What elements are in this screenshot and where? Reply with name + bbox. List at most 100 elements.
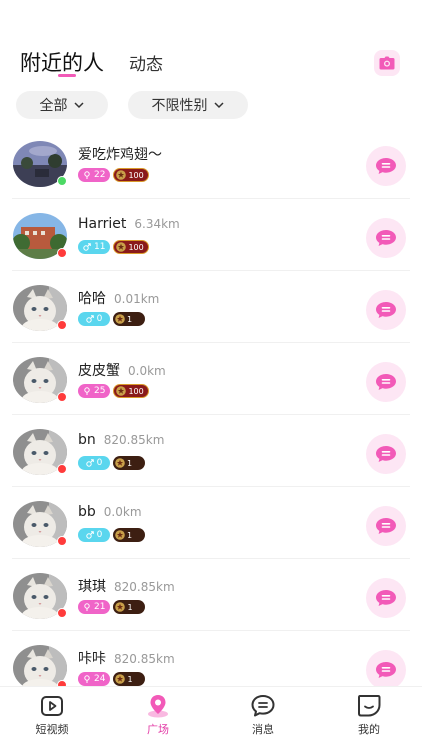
- level-badge: 100: [113, 168, 149, 182]
- gender-badge-count: 22: [94, 170, 106, 180]
- male-icon: [85, 531, 94, 539]
- chat-icon: [251, 695, 275, 717]
- status-dot: [57, 248, 67, 258]
- chat-bubble-icon: [376, 302, 396, 318]
- header: 附近的人 动态: [0, 0, 422, 90]
- name-line: bn 820.85km: [78, 432, 164, 448]
- name-line: 皮皮蟹 0.0km: [78, 360, 166, 380]
- level-badge: 1: [113, 312, 145, 326]
- message-button[interactable]: [366, 146, 406, 186]
- status-dot: [57, 392, 67, 402]
- nav-item-messages[interactable]: 消息: [233, 693, 293, 737]
- nav-item-video[interactable]: 短视频: [22, 693, 82, 737]
- camera-button[interactable]: [374, 50, 400, 76]
- user-distance: 820.85km: [103, 433, 165, 447]
- user-name: 咔咔: [78, 651, 106, 667]
- name-line: 琪琪 820.85km: [78, 576, 175, 596]
- gender-badge-count: 21: [94, 602, 106, 612]
- filter-all-label: 全部: [39, 98, 68, 114]
- gender-badge: 22: [78, 168, 111, 182]
- chevron-down-icon: [73, 102, 84, 109]
- chat-bubble-icon: [376, 230, 396, 246]
- list-item[interactable]: 哈哈 0.01km 0 1: [0, 271, 422, 343]
- badges: 11 100: [78, 240, 149, 254]
- chat-bubble-icon: [376, 518, 396, 534]
- female-icon: [84, 675, 90, 683]
- level-badge: 100: [113, 384, 149, 398]
- star-icon: [116, 386, 127, 396]
- star-icon: [115, 674, 126, 684]
- star-icon: [115, 458, 125, 468]
- badges: 22 100: [78, 168, 149, 182]
- user-distance: 6.34km: [134, 217, 180, 231]
- star-icon: [115, 602, 126, 612]
- star-icon: [116, 242, 127, 252]
- female-icon: [84, 387, 90, 395]
- chat-bubble-icon: [376, 662, 396, 678]
- list-item[interactable]: 琪琪 820.85km 21 1: [0, 559, 422, 631]
- nearby-user-list: 爱吃炸鸡翅～ 22 100 Harriet 6.34km 11 100 哈哈 0.01km 0 1 皮…: [0, 127, 422, 703]
- level-badge: 1: [113, 528, 145, 542]
- level-badge-value: 1: [127, 314, 133, 324]
- tab-nearby[interactable]: 附近的人: [20, 47, 104, 77]
- tab-moments[interactable]: 动态: [129, 50, 163, 75]
- status-dot: [57, 536, 67, 546]
- gender-badge-count: 25: [94, 386, 106, 396]
- male-icon: [85, 315, 94, 323]
- list-item[interactable]: 爱吃炸鸡翅～ 22 100: [0, 127, 422, 199]
- badges: 24 1: [78, 672, 146, 686]
- level-badge: 1: [113, 600, 146, 614]
- filter-all-dropdown[interactable]: 全部: [16, 91, 108, 119]
- user-name: bb: [78, 504, 96, 520]
- bottom-nav: 短视频 广场 消息 我的: [0, 686, 422, 750]
- message-button[interactable]: [366, 506, 406, 546]
- chevron-down-icon: [213, 102, 224, 109]
- user-distance: 0.0km: [103, 505, 142, 519]
- level-badge-value: 1: [127, 674, 133, 684]
- gender-badge: 0: [78, 312, 110, 326]
- message-button[interactable]: [366, 434, 406, 474]
- gender-badge-count: 24: [94, 674, 106, 684]
- message-button[interactable]: [366, 362, 406, 402]
- level-badge-value: 100: [128, 386, 144, 396]
- user-name: 琪琪: [78, 579, 106, 595]
- message-button[interactable]: [366, 290, 406, 330]
- list-item[interactable]: 皮皮蟹 0.0km 25 100: [0, 343, 422, 415]
- nav-label-messages: 消息: [252, 723, 274, 736]
- message-button[interactable]: [366, 218, 406, 258]
- level-badge-value: 1: [127, 530, 133, 540]
- video-icon: [41, 696, 63, 716]
- name-line: 哈哈 0.01km: [78, 288, 159, 308]
- message-button[interactable]: [366, 578, 406, 618]
- chat-bubble-icon: [376, 374, 396, 390]
- user-distance: 0.01km: [114, 292, 160, 306]
- level-badge-value: 1: [127, 458, 133, 468]
- female-icon: [84, 603, 90, 611]
- user-name: 爱吃炸鸡翅～: [78, 147, 162, 163]
- star-icon: [115, 314, 125, 324]
- location-pin-icon: [148, 695, 168, 718]
- list-item[interactable]: bb 0.0km 0 1: [0, 487, 422, 559]
- list-item[interactable]: bn 820.85km 0 1: [0, 415, 422, 487]
- filter-gender-dropdown[interactable]: 不限性别: [128, 91, 248, 119]
- name-line: 咔咔 820.85km: [78, 648, 175, 668]
- male-icon: [85, 459, 94, 467]
- badges: 01: [78, 456, 145, 470]
- chat-bubble-icon: [376, 158, 396, 174]
- level-badge-value: 100: [128, 170, 144, 180]
- gender-badge-count: 0: [96, 314, 103, 324]
- female-icon: [84, 171, 90, 179]
- nav-item-mine[interactable]: 我的: [339, 693, 399, 737]
- filter-gender-label: 不限性别: [151, 98, 208, 114]
- nav-item-square[interactable]: 广场: [128, 693, 188, 737]
- gender-badge: 0: [78, 456, 110, 470]
- user-name: bn: [78, 432, 96, 448]
- user-distance: 820.85km: [114, 652, 175, 666]
- level-badge: 100: [113, 240, 149, 254]
- male-icon: [83, 243, 91, 251]
- list-item[interactable]: Harriet 6.34km 11 100: [0, 199, 422, 271]
- chat-bubble-icon: [376, 590, 396, 606]
- gender-badge: 24: [78, 672, 111, 686]
- gender-badge: 21: [78, 600, 111, 614]
- message-button[interactable]: [366, 650, 406, 690]
